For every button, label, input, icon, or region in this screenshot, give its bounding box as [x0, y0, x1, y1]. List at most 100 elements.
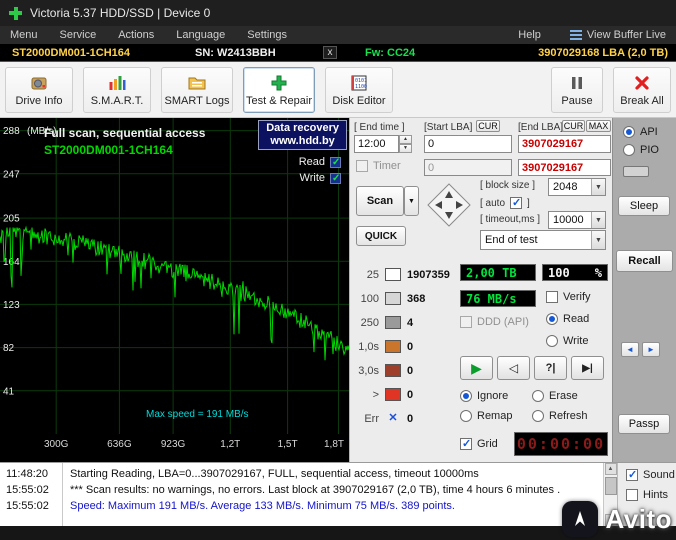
scrollbar-thumb[interactable]	[604, 477, 617, 495]
start-lba-cur-button[interactable]: CUR	[476, 120, 500, 132]
menu-item-language[interactable]: Language	[165, 29, 236, 41]
erase-radio-group[interactable]: Erase	[532, 390, 578, 402]
refresh-label: Refresh	[549, 410, 588, 422]
watermark: Avito	[562, 501, 672, 537]
verify-checkbox-group[interactable]: Verify	[546, 291, 591, 303]
auto-block-size-group[interactable]: [ auto]	[480, 196, 530, 209]
ignore-radio[interactable]	[460, 390, 472, 402]
ddd-checkbox-group[interactable]: DDD (API)	[460, 316, 529, 328]
passp-button[interactable]: Passp	[618, 414, 670, 434]
start-test-button[interactable]	[460, 356, 493, 380]
legend-write-checkbox[interactable]	[330, 172, 341, 184]
hints-label: Hints	[643, 489, 669, 501]
drive-model[interactable]: ST2000DM001-1CH164	[0, 47, 195, 59]
end-lba-max-button[interactable]: MAX	[586, 120, 611, 132]
smart-logs-button[interactable]: SMART Logs	[161, 66, 233, 113]
stat-row-25ms: 25 1907359	[352, 268, 450, 281]
write-radio[interactable]	[546, 335, 558, 347]
end-lba-cur-button[interactable]: CUR	[562, 120, 585, 132]
smart-label: S.M.A.R.T.	[90, 94, 144, 107]
test-repair-button[interactable]: Test & Repair	[243, 66, 315, 113]
menu-item-settings[interactable]: Settings	[236, 29, 298, 41]
end-time-input[interactable]	[354, 135, 399, 153]
scan-button[interactable]: Scan	[356, 186, 404, 216]
scan-dropdown-button[interactable]: ▼	[404, 186, 419, 216]
read-radio-group[interactable]: Read	[546, 313, 589, 325]
skip-to-end-button[interactable]	[571, 356, 604, 380]
start-lba-input[interactable]	[424, 135, 512, 153]
pio-radio-group[interactable]: PIO	[623, 144, 659, 156]
api-radio[interactable]	[623, 126, 635, 138]
graph-drive-model: ST2000DM001-1CH164	[44, 143, 173, 157]
menu-item-help[interactable]: Help	[507, 29, 552, 41]
menu-item-service[interactable]: Service	[49, 29, 108, 41]
erase-radio[interactable]	[532, 390, 544, 402]
hints-checkbox-group[interactable]: Hints	[626, 489, 668, 501]
step-back-button[interactable]	[497, 356, 530, 380]
auto-label: [ auto	[480, 197, 506, 209]
pio-radio[interactable]	[623, 144, 635, 156]
spin-down-icon[interactable]	[399, 144, 412, 153]
ignore-radio-group[interactable]: Ignore	[460, 390, 508, 402]
sound-checkbox[interactable]	[626, 468, 638, 481]
grid-checkbox[interactable]	[460, 437, 472, 450]
log-time: 15:55:02	[6, 484, 49, 496]
timer-checkbox[interactable]	[356, 160, 368, 172]
write-radio-group[interactable]: Write	[546, 335, 588, 347]
end-of-test-select[interactable]: End of test	[480, 230, 606, 250]
drive-info-button[interactable]: Drive Info	[5, 66, 73, 113]
nav-right-button[interactable]	[642, 342, 660, 357]
verify-checkbox[interactable]	[546, 291, 558, 303]
log-row: 15:55:02 Speed: Maximum 191 MB/s. Average…	[0, 498, 603, 514]
refresh-radio-group[interactable]: Refresh	[532, 410, 588, 422]
timeout-select[interactable]: 10000	[548, 211, 606, 229]
timer-checkbox-group[interactable]: Timer	[356, 160, 401, 172]
toolbar: Drive Info S.M.A.R.T. SMART Logs Test & …	[0, 62, 676, 118]
end-time-spinner[interactable]	[399, 135, 412, 153]
dropdown-arrow-icon[interactable]	[591, 179, 605, 195]
speed-lcd: 76 MB/s	[460, 290, 536, 307]
disk-editor-button[interactable]: 0101 1100 Disk Editor	[325, 66, 393, 113]
end-time-label: [ End time ]	[354, 122, 405, 133]
remap-radio[interactable]	[460, 410, 472, 422]
write-label: Write	[563, 335, 589, 347]
stat-row-100ms: 100 368	[352, 292, 425, 305]
find-defect-button[interactable]	[534, 356, 567, 380]
auto-checkbox[interactable]	[510, 196, 523, 209]
read-label: Read	[563, 313, 590, 325]
smart-button[interactable]: S.M.A.R.T.	[83, 66, 151, 113]
scroll-up-icon[interactable]	[604, 463, 617, 475]
ddd-checkbox[interactable]	[460, 316, 472, 328]
menu-item-menu[interactable]: Menu	[8, 29, 49, 41]
break-all-button[interactable]: Break All	[613, 66, 671, 113]
recall-button[interactable]: Recall	[616, 250, 673, 272]
view-buffer-live[interactable]: View Buffer Live	[569, 29, 668, 41]
position-pad[interactable]	[426, 182, 472, 228]
log-table[interactable]: 11:48:20 Starting Reading, LBA=0...390702…	[0, 463, 603, 526]
pause-button[interactable]: Pause	[551, 66, 603, 113]
verify-label: Verify	[563, 291, 591, 303]
hints-checkbox[interactable]	[626, 489, 638, 501]
dropdown-arrow-icon[interactable]	[591, 231, 605, 249]
timer-input[interactable]	[424, 159, 512, 176]
svg-text:288: 288	[3, 126, 20, 137]
refresh-radio[interactable]	[532, 410, 544, 422]
grid-checkbox-group[interactable]: Grid	[460, 437, 498, 450]
block-size-select[interactable]: 2048	[548, 178, 606, 196]
close-drive-tab-button[interactable]: x	[323, 46, 337, 59]
nav-left-button[interactable]	[621, 342, 639, 357]
dropdown-arrow-icon[interactable]	[591, 212, 605, 228]
api-radio-group[interactable]: API	[623, 126, 658, 138]
spin-up-icon[interactable]	[399, 135, 412, 144]
menu-item-actions[interactable]: Actions	[107, 29, 165, 41]
end-lba-input-2[interactable]	[518, 159, 611, 176]
sound-checkbox-group[interactable]: Sound	[626, 468, 675, 481]
end-lba-input[interactable]	[518, 135, 611, 153]
legend-read-checkbox[interactable]	[330, 156, 341, 168]
read-radio[interactable]	[546, 313, 558, 325]
remap-radio-group[interactable]: Remap	[460, 410, 512, 422]
erase-label: Erase	[549, 390, 578, 402]
percent-sign: %	[594, 265, 602, 280]
sleep-button[interactable]: Sleep	[618, 196, 670, 216]
quick-button[interactable]: QUICK	[356, 226, 406, 246]
